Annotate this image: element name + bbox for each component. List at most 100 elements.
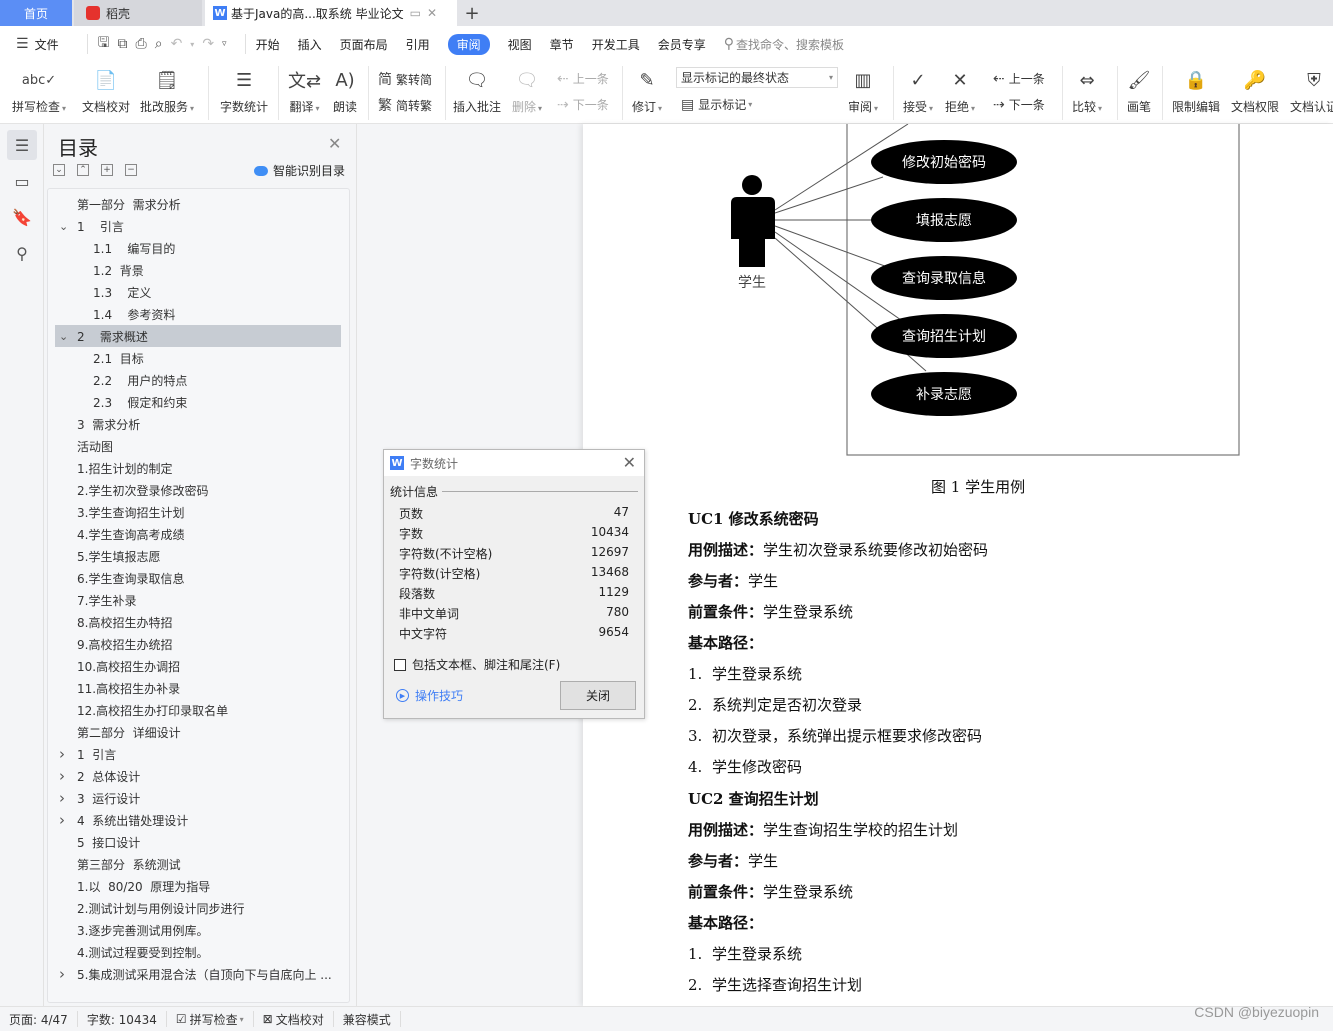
tips-link[interactable]: ▶ 操作技巧 (396, 687, 463, 704)
tab-close-icon[interactable]: ✕ (427, 6, 437, 20)
toc-item[interactable]: 12.高校招生办打印录取名单 (55, 699, 341, 721)
redo-icon[interactable]: ↷ (202, 36, 214, 52)
export-pdf-icon[interactable]: ⧉ (118, 36, 128, 52)
close-button[interactable]: 关闭 (560, 681, 636, 710)
chevron-right-icon[interactable]: › (59, 789, 65, 807)
toc-item[interactable]: 1.4 参考资料 (55, 303, 341, 325)
undo-dropdown-icon[interactable]: ▾ (190, 40, 194, 49)
menu-page-layout[interactable]: 页面布局 (340, 36, 406, 53)
toc-item[interactable]: 5 接口设计 (55, 831, 341, 853)
toc-item[interactable]: › 1 引言 (55, 743, 341, 765)
customize-dropdown-icon[interactable]: ▿ (222, 39, 227, 49)
menu-references[interactable]: 引用 (406, 36, 448, 53)
menu-chapter[interactable]: 章节 (550, 36, 592, 53)
chevron-right-icon[interactable]: › (59, 965, 65, 983)
toc-item[interactable]: 8.高校招生办特招 (55, 611, 341, 633)
menu-file[interactable]: 文件 (35, 36, 77, 53)
undo-icon[interactable]: ↶ (171, 36, 183, 52)
toc-item[interactable]: 第三部分 系统测试 (55, 853, 341, 875)
toc-item[interactable]: › 2 总体设计 (55, 765, 341, 787)
include-textbox-checkbox[interactable]: 包括文本框、脚注和尾注(F) (394, 656, 560, 673)
toc-item[interactable]: 2.3 假定和约束 (55, 391, 341, 413)
compare-button[interactable]: ⇔ 比较 ▾ (1072, 62, 1102, 115)
menu-member[interactable]: 会员专享 (658, 36, 724, 53)
insert-comment-button[interactable]: 🗨 插入批注 (453, 62, 501, 115)
page-indicator[interactable]: 页面: 4/47 (0, 1011, 78, 1027)
prev-comment-button[interactable]: ⇠ 上一条 (557, 70, 609, 87)
toc-item[interactable]: 1.以 80/20 原理为指导 (55, 875, 341, 897)
doc-certify-button[interactable]: ⛨ 文档认证 (1290, 62, 1333, 115)
chevron-down-icon[interactable]: ⌄ (59, 330, 68, 343)
toc-item[interactable]: 2.学生初次登录修改密码 (55, 479, 341, 501)
new-tab-button[interactable]: + (460, 0, 484, 26)
toc-item[interactable]: 1.1 编写目的 (55, 237, 341, 259)
hamburger-icon[interactable]: ☰ (16, 36, 29, 52)
bookmark-icon[interactable]: 🔖 (7, 202, 37, 232)
command-search[interactable]: ⚲ 查找命令、搜索模板 (724, 36, 844, 53)
accept-button[interactable]: ✓ 接受 ▾ (903, 62, 933, 115)
word-count-indicator[interactable]: 字数: 10434 (78, 1011, 167, 1027)
proofread-status[interactable]: ⊠ 文档校对 (254, 1011, 334, 1027)
chevron-right-icon[interactable]: › (59, 811, 65, 829)
reject-button[interactable]: ✕ 拒绝 ▾ (945, 62, 975, 115)
word-count-button[interactable]: ☰ 字数统计 (220, 62, 268, 115)
toc-item[interactable]: 1.2 背景 (55, 259, 341, 281)
toc-item[interactable]: 2.1 目标 (55, 347, 341, 369)
spell-check-button[interactable]: abc✓ 拼写检查 ▾ (12, 62, 66, 115)
save-icon[interactable]: 🖫 (98, 32, 110, 56)
toc-item[interactable]: 1.3 定义 (55, 281, 341, 303)
chevron-right-icon[interactable]: › (59, 745, 65, 763)
toc-item[interactable]: 3.学生查询招生计划 (55, 501, 341, 523)
next-change-button[interactable]: ⇢ 下一条 (993, 96, 1045, 113)
toc-item[interactable]: 4.学生查询高考成绩 (55, 523, 341, 545)
toc-item[interactable]: 第一部分 需求分析 (55, 193, 341, 215)
collapse-all-icon[interactable]: ⌃ (77, 164, 89, 176)
delete-comment-button[interactable]: 🗨 删除 ▾ (512, 62, 542, 115)
toc-item[interactable]: › 5.集成测试采用混合法（自顶向下与自底向上 ... (55, 963, 341, 985)
doc-permissions-button[interactable]: 🔑 文档权限 (1231, 62, 1279, 115)
smart-toc-button[interactable]: 智能识别目录 (254, 162, 345, 179)
print-icon[interactable]: ⎙ (136, 36, 147, 52)
dialog-titlebar[interactable]: W 字数统计 (384, 450, 644, 476)
spell-check-status[interactable]: ☑ 拼写检查 ▾ (167, 1011, 254, 1027)
expand-all-icon[interactable]: ⌄ (53, 164, 65, 176)
doc-proofread-button[interactable]: 📄 文档校对 (82, 62, 130, 115)
simp-to-trad-button[interactable]: 繁简转繁 (378, 95, 432, 115)
tab-home[interactable]: 首页 (0, 0, 72, 26)
toc-item[interactable]: 3 需求分析 (55, 413, 341, 435)
toc-item[interactable]: ⌄ 1 引言 (55, 215, 341, 237)
toc-item[interactable]: 活动图 (55, 435, 341, 457)
restrict-editing-button[interactable]: 🔒 限制编辑 (1172, 62, 1220, 115)
toc-item[interactable]: 7.学生补录 (55, 589, 341, 611)
toc-icon[interactable]: ☰ (7, 130, 37, 160)
toc-item[interactable]: 5.学生填报志愿 (55, 545, 341, 567)
menu-developer[interactable]: 开发工具 (592, 36, 658, 53)
menu-start[interactable]: 开始 (256, 36, 298, 53)
show-markup-button[interactable]: ▤ 显示标记 ▾ (681, 96, 752, 113)
expand-level-icon[interactable]: + (101, 164, 113, 176)
toc-item[interactable]: 1.招生计划的制定 (55, 457, 341, 479)
markup-display-select[interactable]: 显示标记的最终状态 ▾ (676, 67, 838, 88)
menu-view[interactable]: 视图 (508, 36, 550, 53)
toc-item[interactable]: 9.高校招生办统招 (55, 633, 341, 655)
next-comment-button[interactable]: ⇢ 下一条 (557, 96, 609, 113)
toc-item[interactable]: 第二部分 详细设计 (55, 721, 341, 743)
close-icon[interactable]: ✕ (328, 134, 341, 153)
toc-item[interactable]: › 3 运行设计 (55, 787, 341, 809)
monitor-icon[interactable]: ▭ (410, 6, 421, 20)
toc-item[interactable]: 2.测试计划与用例设计同步进行 (55, 897, 341, 919)
review-service-button[interactable]: 🗒 批改服务 ▾ (140, 62, 194, 115)
toc-item[interactable]: 2.2 用户的特点 (55, 369, 341, 391)
read-aloud-button[interactable]: A) 朗读 (333, 62, 357, 115)
tab-document[interactable]: W 基于Java的高...取系统 毕业论文 ▭ ✕ (205, 0, 457, 26)
review-pane-button[interactable]: ▥ 审阅 ▾ (848, 62, 878, 115)
collapse-level-icon[interactable]: − (125, 164, 137, 176)
print-preview-icon[interactable]: ⌕ (155, 36, 163, 52)
toc-item[interactable]: 3.逐步完善测试用例库。 (55, 919, 341, 941)
toc-item[interactable]: 10.高校招生办调招 (55, 655, 341, 677)
document-page[interactable]: 修改初始密码 填报志愿 查询录取信息 查询招生计划 补录志愿 学生 图 1 学生用例 U… (583, 124, 1333, 1006)
track-changes-button[interactable]: ✎ 修订 ▾ (632, 62, 662, 115)
toc-item[interactable]: 4.测试过程要受到控制。 (55, 941, 341, 963)
toc-item[interactable]: › 4 系统出错处理设计 (55, 809, 341, 831)
menu-review[interactable]: 审阅 (447, 33, 490, 55)
